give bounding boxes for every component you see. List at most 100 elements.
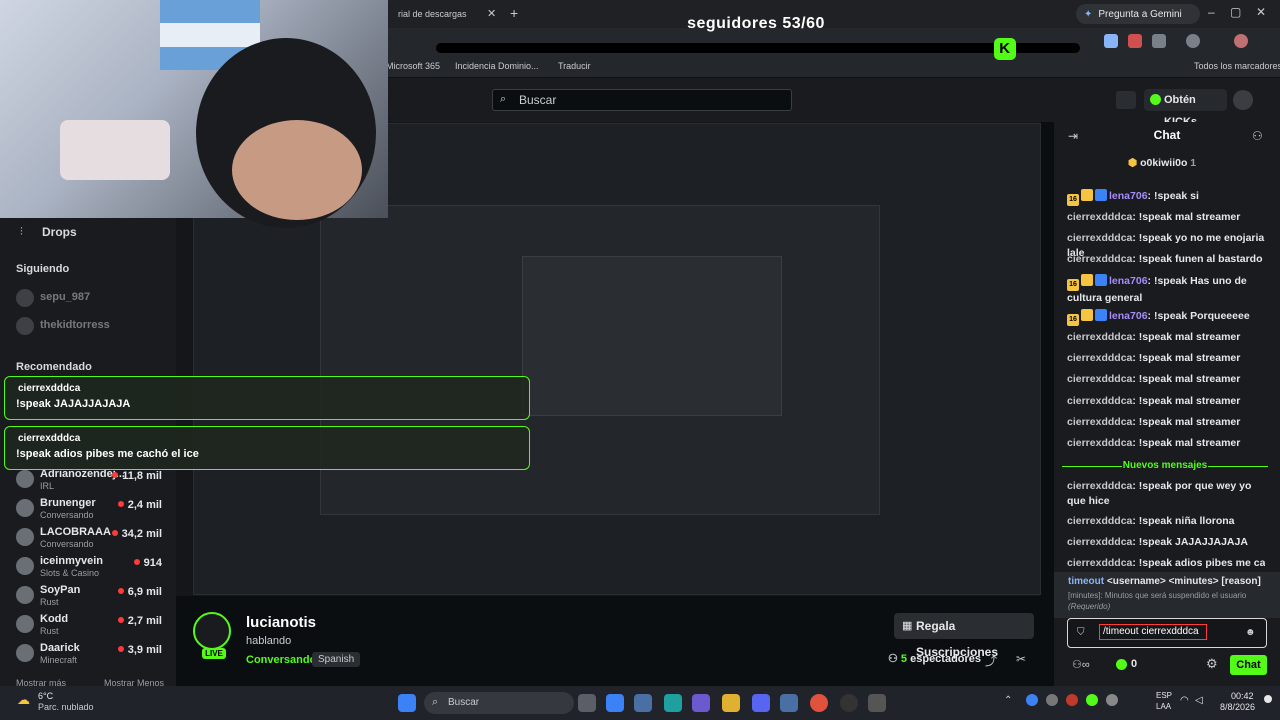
edge-icon[interactable] bbox=[664, 694, 682, 712]
discord-icon[interactable] bbox=[752, 694, 770, 712]
chat-message[interactable]: cierrexdddca: !speak por que wey yo que … bbox=[1067, 479, 1265, 509]
chat-username[interactable]: cierrexdddca bbox=[1067, 536, 1132, 548]
chat-username[interactable]: cierrexdddca bbox=[1067, 395, 1132, 407]
app-icon[interactable] bbox=[868, 694, 886, 712]
tray-chevron-icon[interactable]: ⌃ bbox=[1004, 695, 1012, 706]
profile-avatar[interactable] bbox=[1234, 34, 1248, 48]
weather-desc[interactable]: Parc. nublado bbox=[38, 702, 94, 712]
obs-icon[interactable] bbox=[840, 694, 858, 712]
weather-icon[interactable]: ☁ bbox=[17, 692, 30, 708]
clock-date[interactable]: 8/8/2026 bbox=[1220, 702, 1255, 712]
volume-icon[interactable]: ◁ bbox=[1195, 695, 1203, 706]
sidebar-item-adrianozendejas[interactable]: Adrianozendej... IRL 11,8 mil bbox=[14, 468, 170, 494]
chat-message[interactable]: cierrexdddca: !speak mal streamer bbox=[1067, 436, 1265, 451]
task-view-icon[interactable] bbox=[578, 694, 596, 712]
close-window-icon[interactable]: ✕ bbox=[1256, 5, 1266, 19]
language-top[interactable]: ESP bbox=[1156, 691, 1172, 700]
chat-username[interactable]: cierrexdddca bbox=[1067, 557, 1132, 569]
extension-icon[interactable] bbox=[1104, 34, 1118, 48]
chat-username[interactable]: cierrexdddca bbox=[1067, 515, 1132, 527]
chat-message[interactable]: cierrexdddca: !speak mal streamer bbox=[1067, 330, 1265, 345]
extension-icon[interactable] bbox=[1128, 34, 1142, 48]
bookmark-microsoft365[interactable]: Microsoft 365 bbox=[386, 61, 440, 71]
chat-username[interactable]: lena706 bbox=[1109, 275, 1148, 287]
chat-message[interactable]: 16 lena706: !speak si bbox=[1067, 189, 1265, 206]
chat-username[interactable]: cierrexdddca bbox=[1067, 331, 1132, 343]
sidebar-item-iceinmyvein[interactable]: iceinmyvein Slots & Casino 914 bbox=[14, 555, 170, 581]
chat-message[interactable]: 16 lena706: !speak Has uno de cultura gen… bbox=[1067, 274, 1265, 306]
clock-time[interactable]: 00:42 bbox=[1231, 691, 1254, 701]
settings-gear-icon[interactable]: ⚙ bbox=[1206, 656, 1218, 672]
taskbar-search[interactable]: Buscar bbox=[424, 692, 574, 714]
chat-input-value[interactable]: /timeout cierrexdddca bbox=[1099, 624, 1207, 640]
chat-message[interactable]: cierrexdddca: !speak mal streamer bbox=[1067, 372, 1265, 387]
streamer-name[interactable]: lucianotis bbox=[246, 614, 316, 631]
sidebar-item-kodd[interactable]: Kodd Rust 2,7 mil bbox=[14, 613, 170, 639]
chat-username[interactable]: cierrexdddca bbox=[1067, 253, 1132, 265]
search-input[interactable]: Buscar bbox=[492, 89, 792, 111]
app-icon[interactable] bbox=[780, 694, 798, 712]
chat-message[interactable]: cierrexdddca: !speak mal streamer bbox=[1067, 394, 1265, 409]
tray-icon[interactable] bbox=[1046, 694, 1058, 706]
chat-username[interactable]: cierrexdddca bbox=[1067, 232, 1132, 244]
tray-icon[interactable] bbox=[1066, 694, 1078, 706]
chat-users-icon[interactable]: ⚇ bbox=[1252, 129, 1263, 143]
stream-language-tag[interactable]: Spanish bbox=[312, 652, 361, 667]
app-icon[interactable] bbox=[606, 694, 624, 712]
bookmark-traducir[interactable]: Traducir bbox=[558, 61, 591, 71]
explorer-icon[interactable] bbox=[722, 694, 740, 712]
layout-icon[interactable] bbox=[1116, 91, 1136, 109]
user-avatar[interactable] bbox=[1233, 90, 1253, 110]
chat-username[interactable]: cierrexdddca bbox=[1067, 211, 1132, 223]
chat-username[interactable]: cierrexdddca bbox=[1067, 373, 1132, 385]
notification-icon[interactable] bbox=[1264, 695, 1272, 703]
users-icon[interactable]: ⚇∞ bbox=[1072, 658, 1090, 671]
chat-message[interactable]: cierrexdddca: !speak adios pibes me cach… bbox=[1067, 556, 1265, 571]
all-bookmarks[interactable]: Todos los marcadores bbox=[1194, 61, 1280, 71]
gemini-button[interactable]: ✦ Pregunta a Gemini bbox=[1076, 4, 1200, 24]
chat-username[interactable]: cierrexdddca bbox=[1067, 416, 1132, 428]
app-icon[interactable] bbox=[634, 694, 652, 712]
tab-close-icon[interactable]: ✕ bbox=[487, 7, 496, 20]
sidebar-item-soypan[interactable]: SoyPan Rust 6,9 mil bbox=[14, 584, 170, 610]
chat-message[interactable]: 16 lena706: !speak Porqueeeee bbox=[1067, 309, 1265, 326]
chat-send-button[interactable]: Chat bbox=[1230, 655, 1267, 675]
chat-message[interactable]: cierrexdddca: !speak mal streamer bbox=[1067, 210, 1265, 225]
tab-title[interactable]: rial de descargas bbox=[398, 9, 467, 19]
wifi-icon[interactable]: ◠ bbox=[1180, 695, 1189, 706]
minimize-icon[interactable]: – bbox=[1208, 5, 1215, 19]
tray-icon[interactable] bbox=[1026, 694, 1038, 706]
tray-icon[interactable] bbox=[1086, 694, 1098, 706]
sidebar-item-thekidtorress[interactable]: thekidtorress bbox=[14, 315, 170, 341]
gift-subs-button[interactable]: Regala Suscripciones bbox=[894, 613, 1034, 659]
sidebar-item-sepu[interactable]: sepu_987 bbox=[14, 287, 170, 313]
chat-message[interactable]: cierrexdddca: !speak mal streamer bbox=[1067, 415, 1265, 430]
windows-start-icon[interactable] bbox=[398, 694, 416, 712]
tray-icon[interactable] bbox=[1106, 694, 1118, 706]
chat-username[interactable]: lena706 bbox=[1109, 310, 1148, 322]
sidebar-item-brunenger[interactable]: Brunenger Conversando 2,4 mil bbox=[14, 497, 170, 523]
download-icon[interactable] bbox=[1186, 34, 1200, 48]
chat-username[interactable]: cierrexdddca bbox=[1067, 352, 1132, 364]
stream-category[interactable]: Conversando bbox=[246, 654, 316, 666]
sidebar-item-lacobraaa[interactable]: LACOBRAAA Conversando 34,2 mil bbox=[14, 526, 170, 552]
clip-icon[interactable]: ✂ bbox=[1016, 652, 1026, 666]
chat-username[interactable]: cierrexdddca bbox=[1067, 480, 1132, 492]
share-icon[interactable]: ⤴ bbox=[985, 652, 997, 669]
bookmark-incidencia[interactable]: Incidencia Dominio... bbox=[455, 61, 539, 71]
chrome-icon[interactable] bbox=[810, 694, 828, 712]
chat-username[interactable]: cierrexdddca bbox=[1067, 437, 1132, 449]
chat-message[interactable]: cierrexdddca: !speak funen al bastardo bbox=[1067, 252, 1265, 267]
chat-message[interactable]: cierrexdddca: !speak JAJAJJAJAJA bbox=[1067, 535, 1265, 550]
sidebar-item-daarick[interactable]: Daarick Minecraft 3,9 mil bbox=[14, 642, 170, 668]
extension-icon[interactable] bbox=[1152, 34, 1166, 48]
weather-temp[interactable]: 6°C bbox=[38, 691, 53, 701]
new-tab-button[interactable]: + bbox=[510, 5, 518, 21]
maximize-icon[interactable]: ▢ bbox=[1230, 5, 1241, 19]
emoji-icon[interactable]: ☻ bbox=[1245, 627, 1256, 638]
chat-username[interactable]: lena706 bbox=[1109, 190, 1148, 202]
language-bottom[interactable]: LAA bbox=[1156, 702, 1171, 711]
chat-message[interactable]: cierrexdddca: !speak mal streamer bbox=[1067, 351, 1265, 366]
teams-icon[interactable] bbox=[692, 694, 710, 712]
chat-message[interactable]: cierrexdddca: !speak niña llorona bbox=[1067, 514, 1265, 529]
